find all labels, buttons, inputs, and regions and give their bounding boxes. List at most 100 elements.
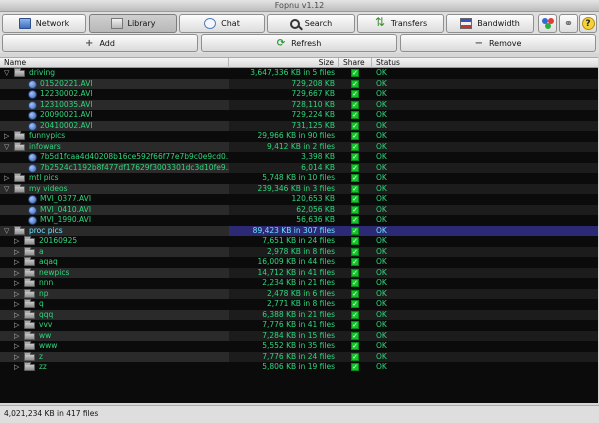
expand-arrow-icon[interactable]: ▷	[14, 269, 20, 278]
share-checkbox[interactable]: ✓	[351, 300, 359, 308]
expand-arrow-icon[interactable]: ▷	[14, 353, 20, 362]
expand-arrow-icon[interactable]: ▷	[14, 248, 20, 257]
expand-arrow-icon[interactable]: ▷	[14, 342, 20, 351]
share-checkbox[interactable]: ✓	[351, 279, 359, 287]
tree-folder-row[interactable]: ▷ www 5,552 KB in 35 files ✓ OK	[0, 341, 598, 352]
share-checkbox[interactable]: ✓	[351, 163, 359, 172]
share-checkbox[interactable]: ✓	[351, 289, 359, 298]
share-checkbox[interactable]: ✓	[351, 268, 359, 277]
tree-folder-row[interactable]: ▷ vvv 7,776 KB in 41 files ✓ OK	[0, 320, 598, 331]
tree-file-row[interactable]: 12230002.AVI 729,667 KB ✓ OK	[0, 89, 598, 100]
row-size: 14,712 KB in 41 files	[257, 267, 335, 277]
tree-folder-row[interactable]: ▷ aqaq 16,009 KB in 44 files ✓ OK	[0, 257, 598, 268]
expand-arrow-icon[interactable]: ▷	[14, 321, 20, 330]
share-checkbox[interactable]: ✓	[351, 79, 359, 88]
tree-file-row[interactable]: MVI_0410.AVI 62,056 KB ✓ OK	[0, 204, 598, 215]
tree-file-row[interactable]: 01520221.AVI 729,208 KB ✓ OK	[0, 78, 598, 89]
tree-folder-row[interactable]: ▷ q 2,771 KB in 8 files ✓ OK	[0, 299, 598, 310]
expand-arrow-icon[interactable]: ▷	[14, 300, 20, 309]
share-checkbox[interactable]: ✓	[351, 184, 359, 193]
tree-folder-row[interactable]: ▷ ww 7,284 KB in 15 files ✓ OK	[0, 330, 598, 341]
remove-button[interactable]: − Remove	[400, 34, 596, 52]
tree-folder-row[interactable]: ▽ my videos 239,346 KB in 3 files ✓ OK	[0, 183, 598, 194]
tree-folder-row[interactable]: ▷ nnn 2,234 KB in 21 files ✓ OK	[0, 278, 598, 289]
share-checkbox[interactable]: ✓	[351, 195, 359, 203]
column-share[interactable]: Share	[339, 58, 372, 68]
share-checkbox[interactable]: ✓	[351, 226, 359, 235]
share-checkbox[interactable]: ✓	[351, 174, 359, 182]
tab-transfers[interactable]: Transfers	[357, 14, 444, 33]
expand-arrow-icon[interactable]: ▷	[4, 132, 10, 141]
share-checkbox[interactable]: ✓	[351, 258, 359, 266]
share-checkbox[interactable]: ✓	[351, 90, 359, 98]
tree-file-row[interactable]: 20410002.AVI 731,125 KB ✓ OK	[0, 120, 598, 131]
tree-file-row[interactable]: MVI_0377.AVI 120,653 KB ✓ OK	[0, 194, 598, 205]
expand-arrow-icon[interactable]: ▷	[14, 279, 20, 288]
tree-folder-row[interactable]: ▷ a 2,978 KB in 8 files ✓ OK	[0, 246, 598, 257]
link-button[interactable]: ⚭	[559, 14, 578, 33]
tree-folder-row[interactable]: ▷ 20160925 7,651 KB in 24 files ✓ OK	[0, 236, 598, 247]
tree-folder-row[interactable]: ▷ np 2,478 KB in 6 files ✓ OK	[0, 288, 598, 299]
tab-library[interactable]: Library	[89, 14, 177, 33]
tree-file-row[interactable]: 12310035.AVI 728,110 KB ✓ OK	[0, 99, 598, 110]
share-checkbox[interactable]: ✓	[351, 100, 359, 109]
share-checkbox[interactable]: ✓	[351, 352, 359, 361]
share-checkbox[interactable]: ✓	[351, 247, 359, 256]
tree-folder-row[interactable]: ▽ proc pics 89,423 KB in 307 files ✓ OK	[0, 225, 598, 236]
tree-file-row[interactable]: 7b5d1fcaa4d40208b16ce592f66f77e7b9c0e9cd…	[0, 152, 598, 163]
row-size: 29,966 KB in 90 files	[257, 131, 335, 140]
expand-arrow-icon[interactable]: ▷	[14, 363, 20, 372]
expand-arrow-icon[interactable]: ▷	[4, 174, 10, 183]
tree-folder-row[interactable]: ▽ infowars 9,412 KB in 2 files ✓ OK	[0, 141, 598, 152]
tree-file-row[interactable]: 7b2524c1192b8f477df17629f3003301dc3d10fe…	[0, 162, 598, 173]
add-button[interactable]: + Add	[2, 34, 198, 52]
tree-folder-row[interactable]: ▷ qqq 6,388 KB in 21 files ✓ OK	[0, 309, 598, 320]
share-checkbox[interactable]: ✓	[351, 216, 359, 224]
tree-file-row[interactable]: MVI_1990.AVI 56,636 KB ✓ OK	[0, 215, 598, 226]
expand-arrow-icon[interactable]: ▷	[14, 311, 20, 320]
share-checkbox[interactable]: ✓	[351, 205, 359, 214]
share-checkbox[interactable]: ✓	[351, 310, 359, 319]
tree-folder-row[interactable]: ▷ zz 5,806 KB in 19 files ✓ OK	[0, 362, 598, 373]
tab-bandwidth[interactable]: Bandwidth	[446, 14, 534, 33]
share-checkbox[interactable]: ✓	[351, 132, 359, 140]
share-checkbox[interactable]: ✓	[351, 111, 359, 119]
share-checkbox[interactable]: ✓	[351, 153, 359, 161]
expand-arrow-icon[interactable]: ▷	[14, 332, 20, 341]
row-size: 729,224 KB	[291, 110, 335, 119]
row-status: OK	[376, 204, 387, 214]
share-checkbox[interactable]: ✓	[351, 142, 359, 151]
collapse-arrow-icon[interactable]: ▽	[4, 227, 10, 236]
collapse-arrow-icon[interactable]: ▽	[4, 185, 10, 194]
share-checkbox[interactable]: ✓	[351, 342, 359, 350]
collapse-arrow-icon[interactable]: ▽	[4, 143, 10, 152]
share-checkbox[interactable]: ✓	[351, 237, 359, 245]
help-button[interactable]: ?	[579, 14, 597, 33]
tree-folder-row[interactable]: ▷ z 7,776 KB in 24 files ✓ OK	[0, 351, 598, 362]
column-size[interactable]: Size	[229, 58, 339, 68]
tree-file-row[interactable]: 20090021.AVI 729,224 KB ✓ OK	[0, 110, 598, 121]
tab-chat[interactable]: Chat	[179, 14, 265, 33]
tree-folder-row[interactable]: ▷ newpics 14,712 KB in 41 files ✓ OK	[0, 267, 598, 278]
share-checkbox[interactable]: ✓	[351, 331, 359, 340]
share-checkbox[interactable]: ✓	[351, 121, 359, 130]
tab-network[interactable]: Network	[2, 14, 86, 33]
library-tree[interactable]: ▽ driving 3,647,336 KB in 5 files ✓ OK 015202…	[0, 68, 598, 403]
column-status[interactable]: Status	[372, 58, 598, 68]
expand-arrow-icon[interactable]: ▷	[14, 237, 20, 246]
expand-arrow-icon[interactable]: ▷	[14, 258, 20, 267]
tree-folder-row[interactable]: ▷ funnypics 29,966 KB in 90 files ✓ OK	[0, 131, 598, 142]
column-name[interactable]: Name	[0, 58, 229, 68]
tab-search[interactable]: Search	[267, 14, 355, 33]
folder-icon	[14, 141, 25, 151]
share-checkbox[interactable]: ✓	[351, 321, 359, 329]
refresh-button[interactable]: ⟳ Refresh	[201, 34, 397, 52]
row-status: OK	[376, 236, 387, 245]
collapse-arrow-icon[interactable]: ▽	[4, 69, 10, 78]
expand-arrow-icon[interactable]: ▷	[14, 290, 20, 299]
tree-folder-row[interactable]: ▷ mtl pics 5,748 KB in 10 files ✓ OK	[0, 173, 598, 184]
tree-folder-row[interactable]: ▽ driving 3,647,336 KB in 5 files ✓ OK	[0, 68, 598, 79]
color-dots-button[interactable]	[538, 14, 557, 33]
share-checkbox[interactable]: ✓	[351, 69, 359, 77]
share-checkbox[interactable]: ✓	[351, 363, 359, 371]
